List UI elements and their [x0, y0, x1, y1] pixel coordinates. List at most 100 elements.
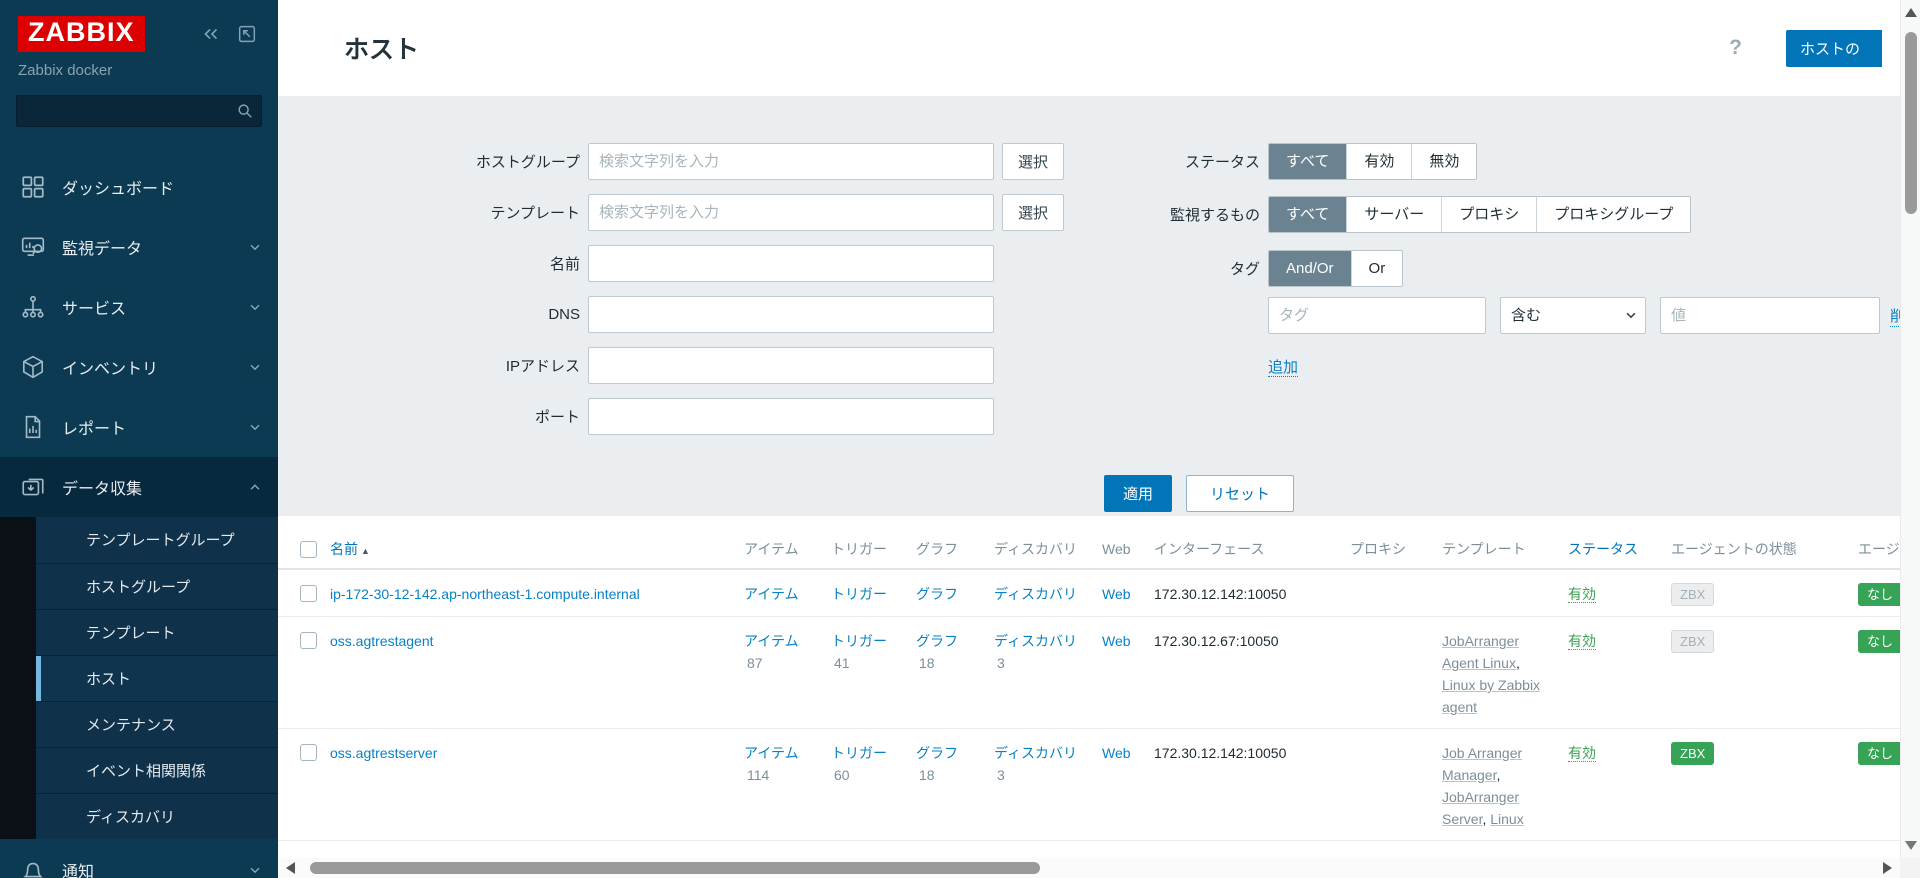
- host-name-link[interactable]: oss.agtrestserver: [330, 745, 437, 761]
- host-status-link[interactable]: 有効: [1568, 745, 1596, 762]
- row-checkbox[interactable]: [300, 585, 317, 602]
- submenu-item-template-groups[interactable]: テンプレートグループ: [36, 516, 278, 563]
- select-all-checkbox[interactable]: [300, 540, 317, 558]
- data-collection-submenu: テンプレートグループ ホストグループ テンプレート ホスト メンテナンス イベン…: [0, 516, 278, 839]
- template-link[interactable]: Job Arranger Manager: [1442, 745, 1522, 783]
- monitored-by-option-server[interactable]: サーバー: [1346, 197, 1441, 232]
- tag-operator-select[interactable]: 含む: [1500, 297, 1646, 334]
- triggers-link[interactable]: トリガー: [831, 586, 887, 602]
- collapse-sidebar-icon[interactable]: [200, 23, 222, 45]
- submenu-item-label: ディスカバリ: [86, 808, 175, 826]
- triggers-count: 60: [834, 767, 850, 783]
- zabbix-logo[interactable]: ZABBIX: [18, 16, 145, 52]
- scroll-down-arrow-icon[interactable]: [1905, 841, 1917, 850]
- host-name-link[interactable]: ip-172-30-12-142.ap-northeast-1.compute.…: [330, 586, 640, 602]
- items-count: 87: [747, 655, 763, 671]
- host-name-link[interactable]: oss.agtrestagent: [330, 633, 434, 649]
- sidebar: ZABBIX Zabbix docker ダッシュボード 監視データ サービス …: [0, 0, 278, 878]
- status-option-all[interactable]: すべて: [1269, 144, 1347, 179]
- template-select-button[interactable]: 選択: [1002, 194, 1065, 231]
- status-option-enabled[interactable]: 有効: [1346, 144, 1411, 179]
- sidebar-search-input[interactable]: [16, 94, 262, 127]
- column-header-web: Web: [1094, 530, 1146, 570]
- monitored-by-option-proxy[interactable]: プロキシ: [1441, 197, 1536, 232]
- chevron-up-icon: [248, 480, 262, 494]
- hide-sidebar-icon[interactable]: [236, 23, 258, 45]
- scroll-up-arrow-icon[interactable]: [1905, 8, 1917, 17]
- agent-encryption-badge: なし: [1858, 630, 1900, 653]
- column-header-status[interactable]: ステータス: [1568, 541, 1638, 557]
- graphs-link[interactable]: グラフ: [916, 633, 958, 649]
- status-option-disabled[interactable]: 無効: [1411, 144, 1476, 179]
- template-link[interactable]: JobArranger Agent Linux: [1442, 633, 1519, 671]
- dns-input[interactable]: [588, 296, 994, 333]
- submenu-item-discovery[interactable]: ディスカバリ: [36, 792, 278, 839]
- sidebar-item-monitoring[interactable]: 監視データ: [0, 217, 278, 277]
- column-header-templates: テンプレート: [1434, 530, 1560, 570]
- scroll-right-arrow-icon[interactable]: [1883, 862, 1892, 874]
- tag-add-link[interactable]: 追加: [1268, 359, 1299, 377]
- monitored-by-option-all[interactable]: すべて: [1269, 197, 1347, 232]
- sidebar-item-reports[interactable]: レポート: [0, 397, 278, 457]
- graphs-link[interactable]: グラフ: [916, 745, 958, 761]
- submenu-item-event-correlation[interactable]: イベント相関関係: [36, 746, 278, 793]
- column-header-name[interactable]: 名前: [330, 541, 358, 557]
- sidebar-item-services[interactable]: サービス: [0, 277, 278, 337]
- web-link[interactable]: Web: [1102, 633, 1131, 649]
- submenu-item-maintenance[interactable]: メンテナンス: [36, 700, 278, 747]
- tag-name-input[interactable]: [1268, 297, 1486, 334]
- host-group-select-button[interactable]: 選択: [1002, 143, 1065, 180]
- monitored-by-label: 監視するもの: [1169, 207, 1260, 224]
- items-count: 114: [747, 767, 770, 783]
- items-link[interactable]: アイテム: [744, 745, 799, 761]
- port-input[interactable]: [588, 398, 994, 435]
- create-host-button[interactable]: ホストの: [1786, 29, 1882, 67]
- filter-left-column: ホストグループ 選択 テンプレート 選択 名前: [278, 143, 1080, 449]
- triggers-link[interactable]: トリガー: [831, 633, 887, 649]
- graphs-link[interactable]: グラフ: [916, 586, 958, 602]
- submenu-item-host-groups[interactable]: ホストグループ: [36, 562, 278, 609]
- sidebar-item-dashboard[interactable]: ダッシュボード: [0, 157, 278, 217]
- reset-button[interactable]: リセット: [1186, 475, 1295, 512]
- vertical-scrollbar-thumb[interactable]: [1905, 32, 1917, 214]
- triggers-link[interactable]: トリガー: [831, 745, 887, 761]
- items-link[interactable]: アイテム: [744, 633, 799, 649]
- submenu-item-hosts[interactable]: ホスト: [36, 654, 278, 701]
- discovery-link[interactable]: ディスカバリ: [994, 633, 1077, 649]
- tag-logic-option-or[interactable]: Or: [1350, 251, 1403, 286]
- column-header-agent-state: エージェントの状態: [1663, 530, 1850, 570]
- tag-logic-option-andor[interactable]: And/Or: [1269, 251, 1351, 286]
- horizontal-scrollbar[interactable]: [278, 858, 1900, 878]
- host-group-input[interactable]: [588, 143, 994, 180]
- vertical-scrollbar[interactable]: [1900, 0, 1920, 858]
- web-link[interactable]: Web: [1102, 745, 1131, 761]
- search-icon[interactable]: [236, 102, 254, 120]
- agent-encryption-badge: なし: [1858, 583, 1900, 606]
- discovery-link[interactable]: ディスカバリ: [994, 586, 1077, 602]
- tag-value-input[interactable]: [1660, 297, 1880, 334]
- sidebar-item-data-collection[interactable]: データ収集: [0, 456, 278, 517]
- host-status-link[interactable]: 有効: [1568, 586, 1596, 603]
- monitored-by-option-proxy-group[interactable]: プロキシグループ: [1536, 197, 1690, 232]
- row-checkbox[interactable]: [300, 744, 317, 761]
- apply-button[interactable]: 適用: [1104, 475, 1173, 512]
- template-input[interactable]: [588, 194, 994, 231]
- scroll-left-arrow-icon[interactable]: [286, 862, 295, 874]
- name-input[interactable]: [588, 245, 994, 282]
- template-link[interactable]: Linux: [1490, 811, 1523, 827]
- horizontal-scrollbar-thumb[interactable]: [310, 862, 1040, 874]
- discovery-link[interactable]: ディスカバリ: [994, 745, 1077, 761]
- help-icon[interactable]: ?: [1723, 36, 1748, 60]
- template-link[interactable]: Linux by Zabbix agent: [1442, 677, 1540, 715]
- items-link[interactable]: アイテム: [744, 586, 799, 602]
- web-link[interactable]: Web: [1102, 586, 1131, 602]
- host-status-link[interactable]: 有効: [1568, 633, 1596, 650]
- ip-input[interactable]: [588, 347, 994, 384]
- chevron-down-icon: [248, 420, 262, 434]
- sidebar-item-inventory[interactable]: インベントリ: [0, 337, 278, 397]
- sidebar-item-label: 監視データ: [62, 240, 143, 258]
- row-checkbox[interactable]: [300, 632, 317, 649]
- submenu-item-templates[interactable]: テンプレート: [36, 608, 278, 655]
- sidebar-item-notifications[interactable]: 通知: [0, 839, 278, 878]
- agent-encryption-badge: なし: [1858, 742, 1900, 765]
